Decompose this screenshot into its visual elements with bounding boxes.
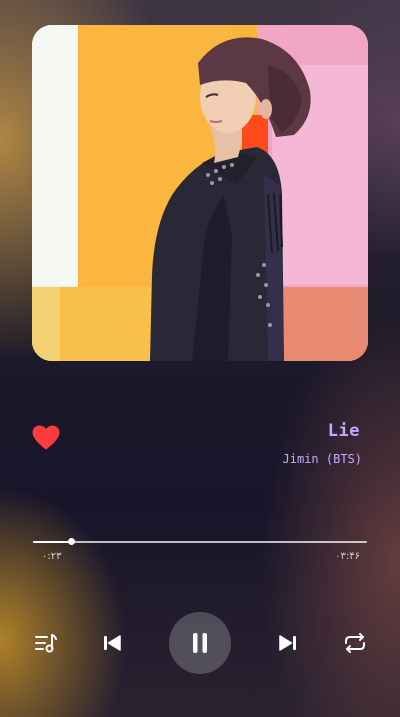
song-artist: Jimin (BTS) [282,452,362,466]
repeat-button[interactable] [341,630,369,656]
seek-bar[interactable] [33,538,367,545]
next-track-button[interactable] [275,630,301,656]
music-player-screen: Lie Jimin (BTS) ۰:۲۳ ۰۳:۴۶ [0,0,400,717]
song-title: Lie [327,421,360,441]
repeat-icon [345,633,365,653]
like-button[interactable] [32,425,60,451]
pause-icon [193,633,207,653]
elapsed-time: ۰:۲۳ [42,551,62,562]
queue-button[interactable] [33,630,59,656]
total-time: ۰۳:۴۶ [335,551,360,562]
pause-button[interactable] [169,612,231,674]
album-artwork-image [32,25,368,361]
heart-icon [32,425,60,450]
seek-bar-progress [33,541,72,543]
previous-track-button[interactable] [99,630,125,656]
seek-bar-thumb[interactable] [68,538,76,545]
queue-music-icon [35,634,57,653]
album-artwork [32,25,368,361]
skip-next-icon [279,635,296,651]
skip-previous-icon [104,635,121,651]
